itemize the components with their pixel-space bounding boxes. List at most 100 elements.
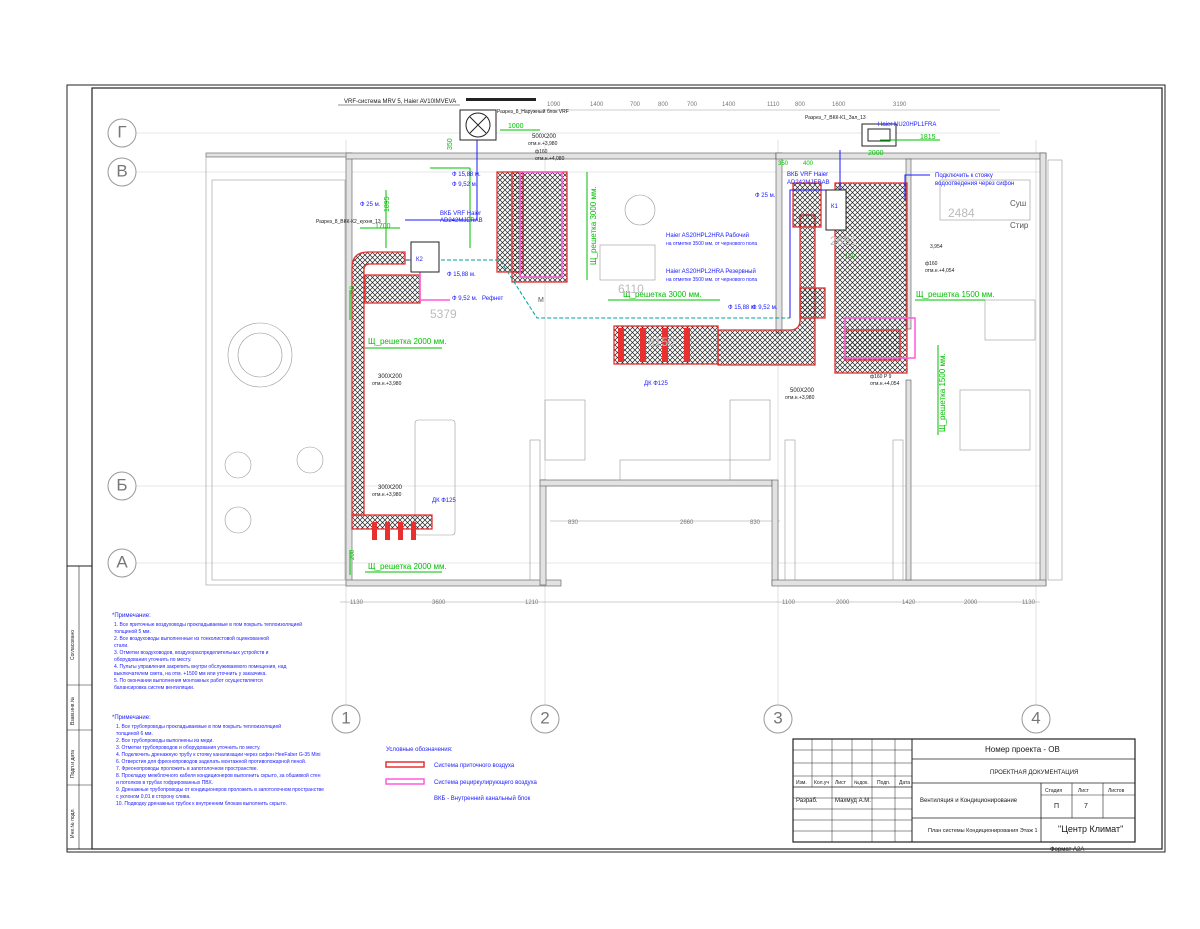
svg-text:на отметке 3500 мм. от черново: на отметке 3500 мм. от чернового пола bbox=[666, 277, 757, 283]
svg-text:1110: 1110 bbox=[767, 102, 780, 108]
svg-text:Согласовано: Согласовано bbox=[70, 630, 76, 660]
svg-text:отм.н.+4,080: отм.н.+4,080 bbox=[535, 156, 565, 162]
svg-text:Разраб.: Разраб. bbox=[796, 798, 818, 804]
svg-text:700: 700 bbox=[630, 102, 641, 108]
svg-text:800: 800 bbox=[795, 102, 806, 108]
top-dimensions: 1090 1400 700 800 700 1400 1110 800 1600… bbox=[547, 102, 907, 108]
svg-text:8. Прокладку межблочного кабел: 8. Прокладку межблочного кабеля кондицио… bbox=[116, 772, 321, 779]
svg-text:2. Все воздуховоды выполненные: 2. Все воздуховоды выполненные из тонкол… bbox=[114, 635, 269, 642]
svg-text:Ф 9,52 м.: Ф 9,52 м. bbox=[452, 182, 478, 188]
svg-text:7. Фреонопроводы проложить в з: 7. Фреонопроводы проложить в запотолочно… bbox=[116, 766, 258, 772]
company-name: "Центр Климат" bbox=[1058, 824, 1123, 834]
notes-ventilation: *Примечание: 1. Все приточные воздуховод… bbox=[112, 613, 302, 691]
legend-recirc-swatch bbox=[385, 778, 425, 785]
sheet-format: Формат А2А bbox=[1050, 847, 1084, 853]
svg-text:6110: 6110 bbox=[618, 282, 644, 296]
svg-text:Подп.и дата: Подп.и дата bbox=[70, 750, 76, 778]
svg-text:отм.н.+3,980: отм.н.+3,980 bbox=[372, 492, 402, 498]
svg-text:ф160 Р 9: ф160 Р 9 bbox=[870, 374, 892, 380]
svg-text:толщиной 6 мм.: толщиной 6 мм. bbox=[116, 730, 153, 737]
svg-text:1. Все трубопроводы прокладыва: 1. Все трубопроводы прокладываемые в пом… bbox=[116, 723, 281, 730]
grille-nubs bbox=[372, 328, 690, 540]
wall-bottom-left bbox=[345, 579, 562, 587]
svg-text:оборудования уточнить по месту: оборудования уточнить по месту. bbox=[114, 657, 191, 663]
svg-text:4. Подключить дренажную трубу: 4. Подключить дренажную трубу к стояку к… bbox=[116, 752, 321, 758]
wall-bay-left bbox=[539, 479, 547, 586]
duct-right-joint bbox=[799, 287, 826, 319]
svg-text:Ф 15,88 м.: Ф 15,88 м. bbox=[452, 172, 481, 178]
svg-text:Haier AS20HPL2HRA Рабочий: Haier AS20HPL2HRA Рабочий bbox=[666, 232, 749, 239]
grille-3000-vertical: Щ_решетка 3000 мм. bbox=[589, 186, 598, 265]
svg-text:350: 350 bbox=[778, 161, 789, 167]
hvac-floor-plan-drawing: Г В Б А 1 2 3 4 1090 1400 700 800 700 14… bbox=[66, 84, 1166, 853]
damper-m-label: М bbox=[538, 297, 544, 304]
svg-text:3. Отметки воздуховодов, возду: 3. Отметки воздуховодов, воздухораспреде… bbox=[114, 649, 269, 656]
svg-text:1400: 1400 bbox=[590, 102, 604, 108]
svg-text:отм.н.+4,054: отм.н.+4,054 bbox=[870, 381, 900, 387]
svg-text:6. Отверстия для фреонопроводо: 6. Отверстия для фреонопроводов заделать… bbox=[116, 758, 306, 765]
duct-left-bottom bbox=[351, 514, 433, 530]
svg-text:Ф 9,52 м.: Ф 9,52 м. bbox=[452, 296, 478, 302]
svg-text:Ф 15,88 м.: Ф 15,88 м. bbox=[447, 272, 476, 278]
svg-text:П: П bbox=[1054, 803, 1059, 810]
svg-text:1815: 1815 bbox=[920, 134, 936, 141]
svg-text:ДК Ф125: ДК Ф125 bbox=[432, 498, 456, 504]
svg-text:1100: 1100 bbox=[782, 600, 796, 606]
wall-right bbox=[1039, 152, 1047, 586]
svg-text:Листов: Листов bbox=[1108, 788, 1125, 794]
svg-text:Суш: Суш bbox=[1010, 199, 1026, 208]
legend-vkb-label: ВКБ - Внутренний канальный блок bbox=[434, 795, 531, 802]
grille-2000-lower: Щ_решетка 2000 мм. bbox=[368, 562, 447, 571]
grille-1500-vertical: Щ_решетка 1500 мм. bbox=[938, 353, 947, 432]
svg-text:№док.: №док. bbox=[854, 780, 869, 786]
svg-text:Haier AS20HPL2HRA Резервный: Haier AS20HPL2HRA Резервный bbox=[666, 268, 756, 275]
terrace-and-furniture bbox=[205, 152, 1063, 586]
svg-text:5. По окончании выполнения мон: 5. По окончании выполнения монтажных раб… bbox=[114, 678, 263, 684]
svg-text:ДК Ф125: ДК Ф125 bbox=[644, 381, 668, 387]
svg-text:ВКБ VRF Haier: ВКБ VRF Haier bbox=[440, 211, 481, 217]
svg-text:350: 350 bbox=[350, 285, 356, 296]
legend-recirc-label: Система рециркулирующего воздуха bbox=[434, 780, 538, 786]
svg-text:1. Все приточные воздуховоды п: 1. Все приточные воздуховоды прокладывае… bbox=[114, 621, 302, 628]
outer-frame bbox=[66, 84, 1166, 853]
wall-left bbox=[345, 152, 353, 586]
svg-text:3. Отметки трубопроводов и обо: 3. Отметки трубопроводов и оборудования … bbox=[116, 745, 261, 751]
svg-text:Ф 9,52 м.: Ф 9,52 м. bbox=[752, 305, 778, 311]
svg-text:150: 150 bbox=[845, 254, 856, 260]
wall-bay-right bbox=[771, 479, 779, 586]
svg-text:3190: 3190 bbox=[893, 102, 907, 108]
duct-right-bottom bbox=[844, 329, 901, 361]
svg-text:1400: 1400 bbox=[722, 102, 736, 108]
section-name: Вентиляция и Кондиционирование bbox=[920, 798, 1018, 804]
svg-text:830: 830 bbox=[750, 520, 761, 526]
svg-text:выключателем света, на отм. +1: выключателем света, на отм. +1500 мм или… bbox=[114, 671, 267, 677]
svg-text:Разрез_8_Наружный блок VRF: Разрез_8_Наружный блок VRF bbox=[497, 108, 569, 115]
svg-text:8150: 8150 bbox=[648, 335, 675, 349]
svg-text:300Х200: 300Х200 bbox=[378, 374, 403, 380]
wall-top-right bbox=[775, 152, 1047, 160]
supply-ducts bbox=[351, 171, 908, 530]
axis-label-b: Б bbox=[116, 475, 127, 494]
svg-text:200: 200 bbox=[350, 549, 356, 560]
svg-text:Дата: Дата bbox=[899, 780, 910, 786]
svg-text:4. Пульты управления закрепить: 4. Пульты управления закрепить внутри об… bbox=[114, 664, 286, 670]
duct-left-branch bbox=[364, 274, 421, 304]
indoor-unit-k2: К2 bbox=[410, 241, 440, 273]
svg-text:1130: 1130 bbox=[350, 600, 364, 606]
svg-text:2000: 2000 bbox=[868, 150, 884, 157]
axis-label-4: 4 bbox=[1031, 708, 1040, 727]
svg-text:Haier NU20HPL1FRA: Haier NU20HPL1FRA bbox=[878, 122, 936, 128]
svg-text:800: 800 bbox=[658, 102, 669, 108]
svg-text:Стадия: Стадия bbox=[1045, 788, 1062, 794]
svg-text:Рефнет: Рефнет bbox=[482, 296, 503, 302]
svg-text:9. Дренажные трубопроводы от к: 9. Дренажные трубопроводы от кондиционер… bbox=[116, 787, 324, 793]
axis-label-3: 3 bbox=[773, 708, 782, 727]
svg-text:2484: 2484 bbox=[948, 206, 975, 220]
svg-text:с уклоном 0,01 в сторону слива: с уклоном 0,01 в сторону слива. bbox=[116, 794, 191, 800]
svg-text:ф160: ф160 bbox=[925, 261, 938, 267]
svg-text:1895: 1895 bbox=[384, 196, 391, 212]
axis-label-2: 2 bbox=[540, 708, 549, 727]
svg-text:500Х200: 500Х200 bbox=[790, 388, 815, 394]
sheet-title: План системы Кондиционирования Этаж 1 bbox=[928, 828, 1038, 834]
svg-text:1600: 1600 bbox=[832, 102, 846, 108]
